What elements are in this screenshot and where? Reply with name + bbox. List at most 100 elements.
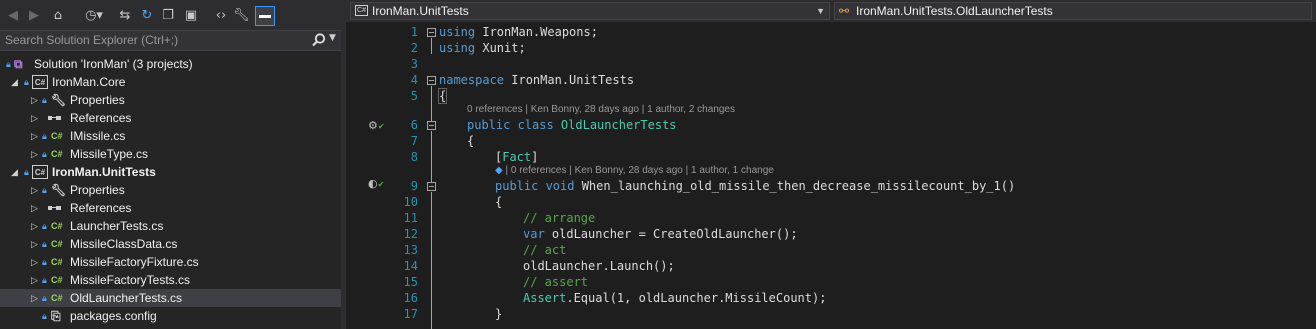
outline-guide <box>431 38 432 54</box>
collapsed-arrow-icon[interactable]: ▷ <box>31 271 41 289</box>
code-text: oldLauncher.Launch(); <box>523 259 675 273</box>
line-number: 1 <box>410 25 418 39</box>
collapsed-arrow-icon[interactable]: ▷ <box>31 217 41 235</box>
attribute-name: Fact <box>502 150 532 164</box>
view-code-icon[interactable]: ‹› <box>212 6 230 26</box>
project-dropdown-label: IronMan.UnitTests <box>372 4 469 18</box>
type-dropdown[interactable]: ⚯ IronMan.UnitTests.OldLauncherTests <box>834 2 1312 20</box>
tree-item-missilefactoryfixture[interactable]: ▷ 🔒︎ C# MissileFactoryFixture.cs <box>0 253 341 271</box>
collapsed-arrow-icon[interactable]: ▷ <box>31 145 41 163</box>
collapsed-arrow-icon[interactable]: ▷ <box>31 253 41 271</box>
project-dropdown[interactable]: C# IronMan.UnitTests ▼ <box>350 2 830 20</box>
expanded-arrow-icon[interactable]: ◢ <box>11 163 21 181</box>
search-icon[interactable] <box>311 32 327 48</box>
code-text: { <box>467 134 475 148</box>
codelens-method[interactable]: ◆ | 0 references | Ken Bonny, 28 days ag… <box>495 165 774 177</box>
line-number: 7 <box>410 134 418 148</box>
code-line-17: } <box>495 306 502 322</box>
code-text: oldLauncher = CreateOldLauncher(); <box>544 227 798 241</box>
line-number: 12 <box>403 227 418 241</box>
collapse-region-icon[interactable] <box>427 76 436 85</box>
line-number: 3 <box>410 57 418 71</box>
test-passed-icon[interactable]: ⚙✔ <box>368 119 385 133</box>
collapsed-arrow-icon[interactable]: ▷ <box>31 109 41 127</box>
line-number: 9 <box>410 179 418 193</box>
expanded-arrow-icon[interactable]: ◢ <box>11 73 21 91</box>
tree-item-label: packages.config <box>70 309 157 323</box>
collapse-region-icon[interactable] <box>427 121 436 130</box>
tree-item-core-properties[interactable]: ▷ 🔒︎ 🔧︎ Properties <box>0 91 341 109</box>
type-name: OldLauncherTests <box>553 118 677 132</box>
collapse-region-icon[interactable] <box>427 182 436 191</box>
collapsed-arrow-icon[interactable]: ▷ <box>31 181 41 199</box>
collapsed-arrow-icon[interactable]: ▷ <box>31 199 41 217</box>
solution-explorer: ◀ ▶ ⌂ ◷▾ ⇆ ↻ ❐ ▣ ‹› 🔧︎ Search Solution E… <box>0 0 341 329</box>
lock-icon: 🔒︎ <box>42 239 47 249</box>
sync-icon[interactable]: ⇆ <box>117 6 133 26</box>
tree-item-label: IMissile.cs <box>70 129 126 143</box>
code-line-11: // arrange <box>523 210 595 226</box>
line-number: 14 <box>403 259 418 273</box>
code-text: Xunit; <box>475 41 526 55</box>
line-number: 10 <box>403 195 418 209</box>
comment: // assert <box>523 275 589 289</box>
test-info-icon[interactable]: ◆ <box>495 165 503 176</box>
codelens-text[interactable]: | 0 references | Ken Bonny, 28 days ago … <box>505 165 773 176</box>
keyword: using <box>439 41 476 55</box>
tree-item-core-project[interactable]: ◢ 🔒︎ C# IronMan.Core <box>0 73 341 91</box>
back-icon[interactable]: ◀ <box>6 6 20 26</box>
codelens-text[interactable]: 0 references | Ken Bonny, 28 days ago | … <box>467 104 735 115</box>
code-line-14: oldLauncher.Launch(); <box>523 258 675 274</box>
tree-item-solution[interactable]: 🔒︎ ⧉ Solution 'IronMan' (3 projects) <box>0 55 341 73</box>
code-line-13: // act <box>523 242 566 258</box>
collapse-region-icon[interactable] <box>427 28 436 37</box>
tree-item-missilefactorytests[interactable]: ▷ 🔒︎ C# MissileFactoryTests.cs <box>0 271 341 289</box>
line-number: 16 <box>403 291 418 305</box>
test-passed-icon[interactable]: ◐✔ <box>368 177 384 191</box>
csharp-file-icon: C# <box>51 239 63 249</box>
preview-selected-icon[interactable] <box>255 6 275 26</box>
history-icon[interactable]: ◷▾ <box>83 6 105 26</box>
chevron-down-icon: ▼ <box>816 6 825 16</box>
tree-item-core-references[interactable]: ▷ References <box>0 109 341 127</box>
code-area[interactable]: ⚙✔ ◐✔ 1 2 3 4 5 6 7 8 9 10 11 12 13 14 1… <box>346 22 1316 329</box>
search-input[interactable]: Search Solution Explorer (Ctrl+;) <box>5 33 178 47</box>
outline-guide <box>431 131 432 182</box>
tree-item-missileclassdata[interactable]: ▷ 🔒︎ C# MissileClassData.cs <box>0 235 341 253</box>
collapsed-arrow-icon[interactable]: ▷ <box>31 289 41 307</box>
tree-item-imissile[interactable]: ▷ 🔒︎ C# IMissile.cs <box>0 127 341 145</box>
show-all-files-icon[interactable]: ▣ <box>183 6 199 26</box>
code-line-6: public class OldLauncherTests <box>467 117 677 133</box>
codelens-class[interactable]: 0 references | Ken Bonny, 28 days ago | … <box>467 104 735 116</box>
collapsed-arrow-icon[interactable]: ▷ <box>31 127 41 145</box>
home-icon[interactable]: ⌂ <box>49 6 67 26</box>
tree-item-oldlaunchertests[interactable]: ▷ 🔒︎ C# OldLauncherTests.cs <box>0 289 341 307</box>
collapsed-arrow-icon[interactable]: ▷ <box>31 91 41 109</box>
code-line-9: public void When_launching_old_missile_t… <box>495 178 1015 194</box>
refresh-icon[interactable]: ↻ <box>139 6 155 26</box>
tree-item-packagesconfig[interactable]: 🔒︎ ⎘ packages.config <box>0 307 341 325</box>
collapsed-arrow-icon[interactable]: ▷ <box>31 235 41 253</box>
code-line-5: { <box>437 88 448 104</box>
forward-icon[interactable]: ▶ <box>27 6 41 26</box>
search-box[interactable]: Search Solution Explorer (Ctrl+;) ▼ <box>0 30 341 51</box>
keyword: using <box>439 25 476 39</box>
lock-icon: 🔒︎ <box>6 59 11 69</box>
keyword: public void <box>495 179 575 193</box>
tree-item-tests-references[interactable]: ▷ References <box>0 199 341 217</box>
tree-item-label: Properties <box>70 93 125 107</box>
collapse-all-icon[interactable]: ❐ <box>160 6 176 26</box>
line-number: 17 <box>403 307 418 321</box>
code-line-4: namespace IronMan.UnitTests <box>439 72 634 88</box>
code-editor: C# IronMan.UnitTests ▼ ⚯ IronMan.UnitTes… <box>346 0 1316 329</box>
references-icon <box>48 201 62 215</box>
tree-item-missiletype[interactable]: ▷ 🔒︎ C# MissileType.cs <box>0 145 341 163</box>
tree-item-launchertests[interactable]: ▷ 🔒︎ C# LauncherTests.cs <box>0 217 341 235</box>
search-options-icon[interactable]: ▼ <box>329 33 336 43</box>
tree-item-tests-project[interactable]: ◢ 🔒︎ C# IronMan.UnitTests <box>0 163 341 181</box>
tree-item-label: IronMan.UnitTests <box>52 165 156 179</box>
csharp-file-icon: C# <box>51 293 63 303</box>
properties-icon[interactable]: 🔧︎ <box>233 6 250 26</box>
tree-item-tests-properties[interactable]: ▷ 🔒︎ 🔧︎ Properties <box>0 181 341 199</box>
code-text: .Equal(1, oldLauncher.MissileCount); <box>566 291 827 305</box>
